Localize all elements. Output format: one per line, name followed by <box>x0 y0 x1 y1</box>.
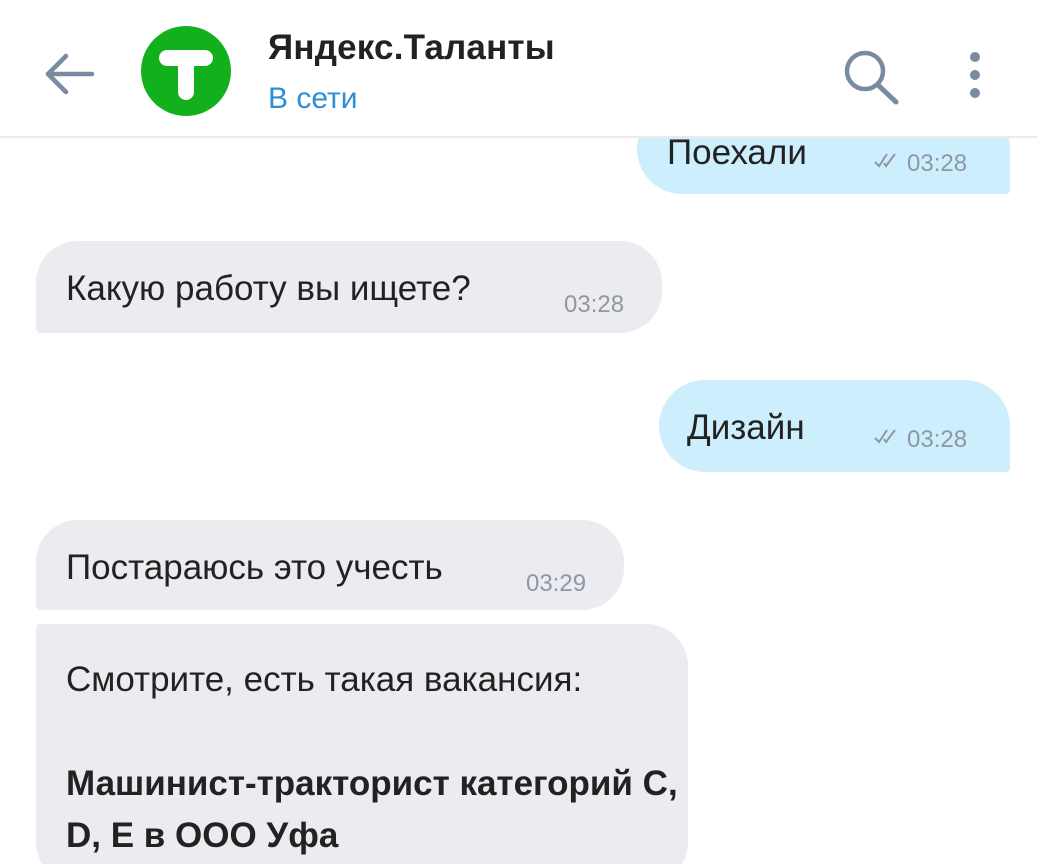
vacancy-intro: Смотрите, есть такая вакансия: <box>66 660 583 699</box>
message-incoming[interactable]: Постараюсь это учесть 03:29 <box>36 520 624 610</box>
contact-name[interactable]: Яндекс.Таланты <box>268 28 555 68</box>
message-incoming-vacancy[interactable]: Смотрите, есть такая вакансия: Машинист-… <box>36 624 688 864</box>
message-text: Какую работу вы ищете? <box>66 269 471 308</box>
message-time: 03:28 <box>564 291 625 318</box>
search-button[interactable] <box>838 44 902 108</box>
message-time: 03:28 <box>907 150 968 177</box>
message-time: 03:28 <box>907 426 968 453</box>
vacancy-title[interactable]: Машинист-тракторист категорий C, D, E в … <box>66 758 686 862</box>
double-check-icon <box>874 153 896 168</box>
more-vertical-icon <box>970 52 980 98</box>
message-outgoing[interactable]: Дизайн 03:28 <box>659 380 1010 472</box>
message-text: Постараюсь это учесть <box>66 548 443 587</box>
back-button[interactable] <box>40 46 100 102</box>
talents-logo-icon <box>159 50 213 100</box>
avatar[interactable] <box>141 26 231 116</box>
message-text: Дизайн <box>687 408 805 447</box>
more-menu-button[interactable] <box>958 48 992 104</box>
message-incoming[interactable]: Какую работу вы ищете? 03:28 <box>36 241 662 333</box>
message-time: 03:29 <box>526 570 587 597</box>
chat-header: Яндекс.Таланты В сети <box>0 0 1037 138</box>
search-icon <box>844 50 899 105</box>
double-check-icon <box>874 429 896 444</box>
message-text: Смотрите, есть такая вакансия: Машинист-… <box>66 654 686 862</box>
arrow-left-icon <box>45 53 95 95</box>
contact-status: В сети <box>268 82 358 115</box>
